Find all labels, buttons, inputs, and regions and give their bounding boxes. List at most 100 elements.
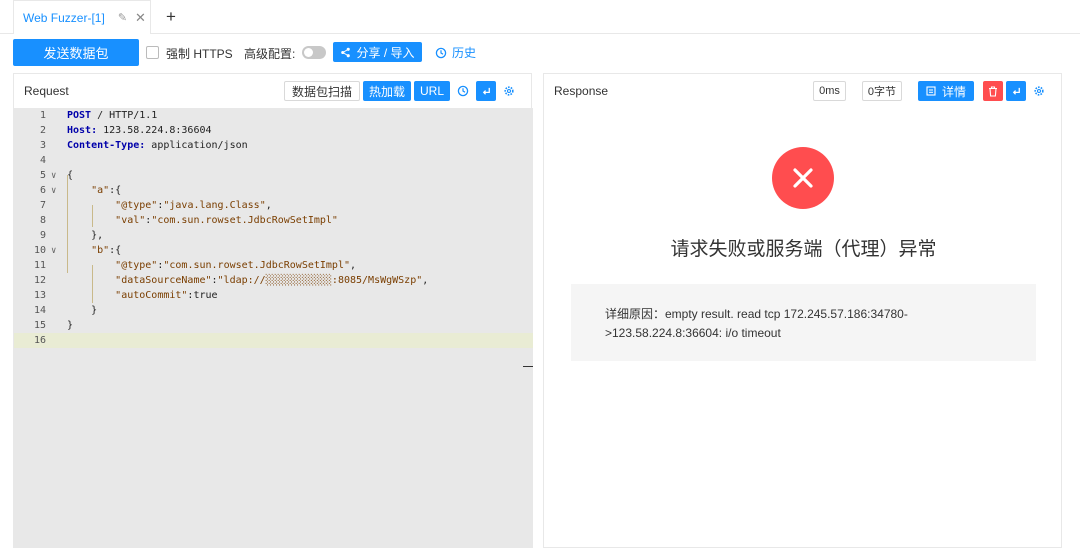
line-number: 16	[33, 335, 46, 346]
settings-button[interactable]	[499, 81, 519, 101]
fold-icon[interactable]: ∨	[51, 171, 56, 181]
code-line: 10 ∨ "b":{	[14, 243, 533, 258]
clock-icon	[457, 85, 469, 97]
code-line: 15}	[14, 318, 533, 333]
packet-scan-button[interactable]: 数据包扫描	[283, 81, 360, 101]
history-label: 历史	[452, 46, 477, 60]
advanced-config-label: 高级配置:	[244, 47, 296, 61]
add-tab-button[interactable]: +	[156, 3, 186, 31]
code-line: 14 }	[14, 303, 533, 318]
line-number: 15	[33, 320, 46, 331]
code-line: 13 "autoCommit":true	[14, 288, 533, 303]
error-reason-line: 详细原因：empty result. read tcp 172.245.57.1…	[605, 307, 908, 321]
line-number: 7	[39, 200, 46, 211]
code-line: 2 Host: 123.58.224.8:36604	[14, 123, 533, 138]
code-text: "b":{	[91, 245, 122, 256]
code-line: 16	[14, 333, 533, 348]
tab-label: Web Fuzzer-[1]	[23, 10, 105, 25]
code-text: "a":{	[91, 185, 122, 196]
gear-icon	[1034, 86, 1044, 96]
force-https-label: 强制 HTTPS	[166, 47, 233, 61]
request-panel: Request 数据包扫描 热加载 URL 1 POST / HTTP/1.1 2 H…	[13, 73, 533, 548]
tab-bar: Web Fuzzer-[1] ✎ ✕ +	[0, 0, 1080, 34]
response-panel: Response 0ms 0字节 详情 请求失败或服务端（代理）异常 详细原因：…	[543, 73, 1062, 548]
code-line: 8 "val":"com.sun.rowset.JdbcRowSetImpl"	[14, 213, 533, 228]
response-title: Response	[554, 84, 609, 98]
code-line: 12 "dataSourceName":"ldap://░░░░░░░░░░░:…	[14, 273, 533, 288]
request-title: Request	[24, 84, 69, 98]
trash-icon	[989, 85, 997, 97]
gear-icon	[504, 86, 514, 96]
line-number: 6	[39, 185, 46, 196]
code-text: "autoCommit":true	[115, 290, 218, 301]
error-icon	[772, 147, 834, 209]
code-line: 4	[14, 153, 533, 168]
send-packet-button[interactable]: 发送数据包	[13, 39, 139, 66]
line-number: 4	[39, 155, 46, 166]
error-title: 请求失败或服务端（代理）异常	[670, 239, 937, 260]
code-text: "@type":"com.sun.rowset.JdbcRowSetImpl",	[115, 260, 357, 271]
share-icon	[341, 47, 351, 57]
code-text: "val":"com.sun.rowset.JdbcRowSetImpl"	[115, 215, 338, 226]
error-reason-box: 详细原因：empty result. read tcp 172.245.57.1…	[571, 284, 1036, 361]
code-text: POST / HTTP/1.1	[67, 110, 158, 121]
scroll-marker	[523, 366, 533, 367]
error-reason-line: >123.58.224.8:36604: i/o timeout	[605, 326, 781, 340]
url-button[interactable]: URL	[413, 81, 450, 101]
advanced-config-toggle[interactable]	[302, 46, 326, 59]
history-icon-button[interactable]	[453, 81, 473, 101]
line-number: 11	[33, 260, 46, 271]
request-header: Request 数据包扫描 热加载 URL	[14, 74, 531, 108]
enter-icon	[1012, 87, 1020, 95]
history-button[interactable]: 历史	[435, 44, 476, 61]
delete-button[interactable]	[983, 81, 1003, 101]
code-line: 9 },	[14, 228, 533, 243]
share-import-label: 分享 / 导入	[356, 45, 415, 60]
code-line: 11 "@type":"com.sun.rowset.JdbcRowSetImp…	[14, 258, 533, 273]
document-icon	[926, 86, 936, 96]
line-number: 1	[39, 110, 46, 121]
code-line: 1 POST / HTTP/1.1	[14, 108, 533, 123]
response-time-badge: 0ms	[813, 81, 846, 101]
line-number: 12	[33, 275, 46, 286]
response-size-badge: 0字节	[861, 81, 902, 101]
settings-button[interactable]	[1029, 81, 1049, 101]
line-number: 3	[39, 140, 46, 151]
share-import-button[interactable]: 分享 / 导入	[333, 42, 422, 62]
code-line: 6 ∨ "a":{	[14, 183, 533, 198]
toolbar: 发送数据包 强制 HTTPS 高级配置: 分享 / 导入 历史	[0, 38, 1080, 68]
code-text: Host: 123.58.224.8:36604	[67, 125, 212, 136]
code-text: {	[67, 170, 74, 181]
enter-icon-button[interactable]	[1006, 81, 1026, 101]
code-line: 3 Content-Type: application/json	[14, 138, 533, 153]
response-header: Response 0ms 0字节 详情	[544, 74, 1061, 108]
request-editor[interactable]: 1 POST / HTTP/1.1 2 Host: 123.58.224.8:3660…	[14, 108, 533, 548]
force-https-checkbox[interactable]	[146, 46, 159, 59]
code-text: "@type":"java.lang.Class",	[115, 200, 272, 211]
line-number: 10	[33, 245, 46, 256]
hot-reload-button[interactable]: 热加载	[362, 81, 411, 101]
code-text: Content-Type: application/json	[67, 140, 248, 151]
line-number: 9	[39, 230, 46, 241]
code-line: 5 ∨ {	[14, 168, 533, 183]
line-number: 8	[39, 215, 46, 226]
fold-icon[interactable]: ∨	[51, 246, 56, 256]
code-text: },	[67, 230, 104, 241]
code-line: 7 "@type":"java.lang.Class",	[14, 198, 533, 213]
edit-icon[interactable]: ✎	[118, 11, 127, 24]
tab-web-fuzzer[interactable]: Web Fuzzer-[1] ✎ ✕	[13, 0, 151, 34]
detail-button[interactable]: 详情	[917, 81, 974, 101]
line-number: 5	[39, 170, 46, 181]
fold-icon[interactable]: ∨	[51, 186, 56, 196]
detail-label: 详情	[941, 84, 966, 99]
line-number: 14	[33, 305, 46, 316]
history-icon	[435, 47, 447, 58]
line-number: 13	[33, 290, 46, 301]
code-text: }	[67, 305, 98, 316]
code-text: }	[67, 320, 74, 331]
close-icon[interactable]: ✕	[135, 10, 146, 26]
line-number: 2	[39, 125, 46, 136]
enter-icon	[482, 87, 490, 95]
close-icon	[793, 168, 813, 188]
enter-icon-button[interactable]	[476, 81, 496, 101]
